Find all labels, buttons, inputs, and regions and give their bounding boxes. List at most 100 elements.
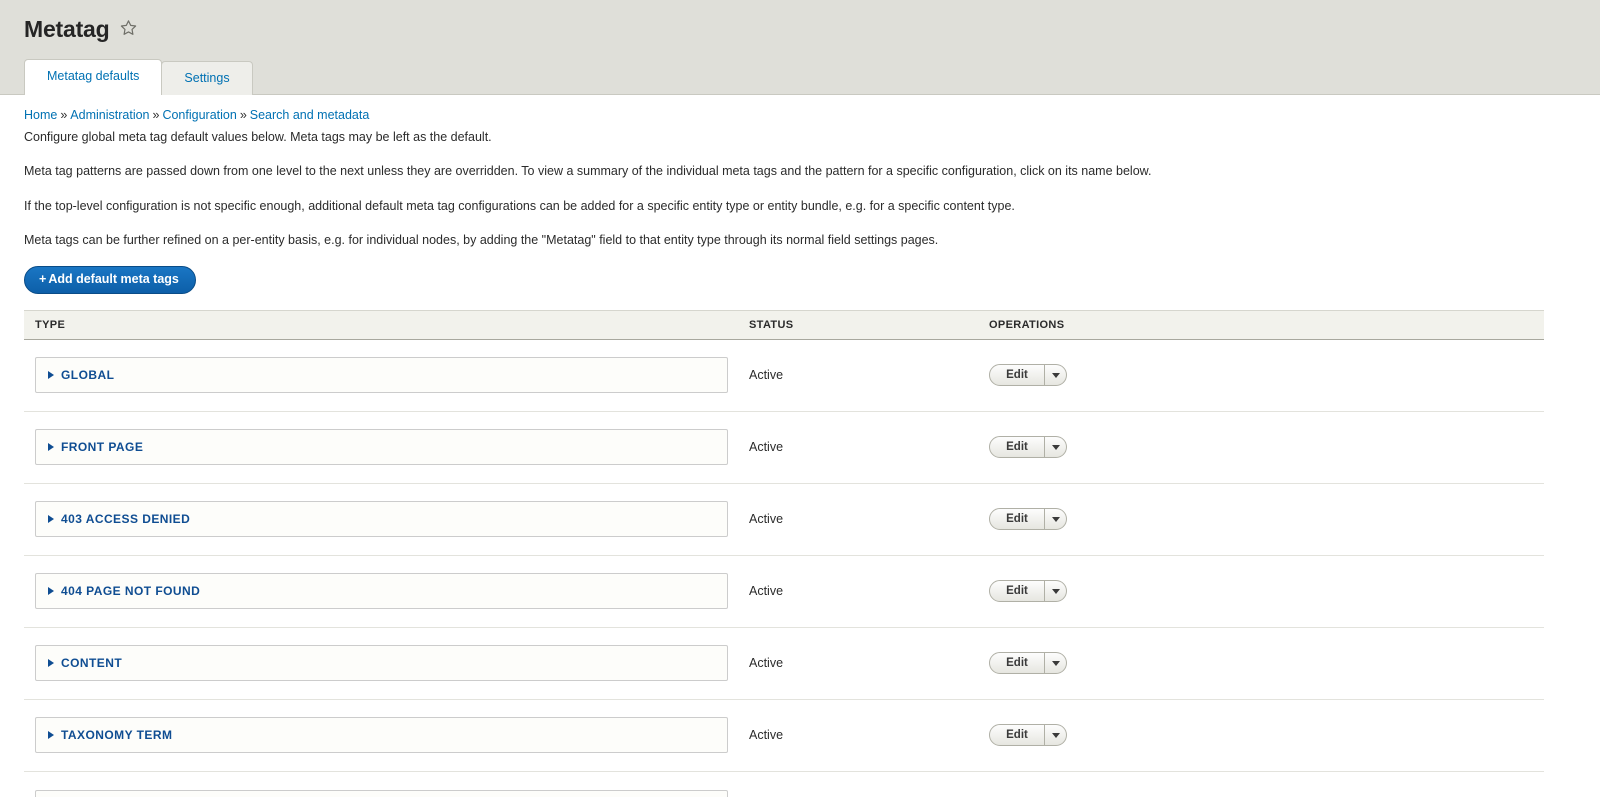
tab-metatag-defaults[interactable]: Metatag defaults (24, 58, 163, 95)
breadcrumb: Home» Administration» Configuration» Search… (24, 95, 1576, 123)
edit-button[interactable]: Edit (989, 508, 1045, 531)
tab-settings[interactable]: Settings (161, 60, 253, 95)
column-header-status: STATUS (749, 318, 794, 331)
breadcrumb-item-home[interactable]: Home (24, 108, 57, 122)
metatag-details-6[interactable]: USER (35, 789, 728, 797)
cell-type: CONTENT (24, 645, 749, 682)
details-summary: GLOBAL (48, 369, 715, 381)
tab-metatag-defaults-label: Metatag defaults (47, 68, 140, 83)
cell-type: TAXONOMY TERM (24, 717, 749, 754)
table-body: GLOBAL Active Edit FRONT PAGE Active Edit 403 … (24, 340, 1544, 797)
edit-dropdown-toggle[interactable] (1045, 580, 1067, 603)
cell-type: USER (24, 789, 749, 797)
page-title-row: Metatag (24, 18, 137, 41)
triangle-right-icon (48, 371, 54, 380)
page-title: Metatag (24, 16, 110, 42)
cell-type: GLOBAL (24, 357, 749, 394)
edit-button[interactable]: Edit (989, 652, 1045, 675)
metatag-type-label: 404 PAGE NOT FOUND (61, 584, 201, 599)
edit-button[interactable]: Edit (989, 364, 1045, 387)
intro-paragraph-2: If the top-level configuration is not sp… (24, 198, 1015, 213)
cell-status: Active (749, 656, 784, 671)
details-summary: TAXONOMY TERM (48, 729, 715, 741)
plus-icon: + (39, 271, 47, 286)
cell-operations: Edit (989, 580, 1544, 603)
edit-button[interactable]: Edit (989, 436, 1045, 459)
triangle-right-icon (48, 659, 54, 668)
intro-lead: Configure global meta tag default values… (24, 130, 492, 145)
intro-paragraph-3: Meta tags can be further refined on a pe… (24, 232, 939, 247)
details-summary: CONTENT (48, 657, 715, 669)
action-links: + Add default meta tags (24, 265, 1576, 294)
edit-dropdown-toggle[interactable] (1045, 436, 1067, 459)
page-header: Metatag Metatag defaults Settings (0, 0, 1600, 95)
cell-status: Active (749, 440, 784, 455)
add-default-meta-tags-button[interactable]: + Add default meta tags (24, 265, 196, 294)
metatag-type-label: 403 ACCESS DENIED (61, 512, 191, 527)
details-summary: FRONT PAGE (48, 441, 715, 453)
table-row: FRONT PAGE Active Edit (24, 412, 1544, 484)
metatag-type-label: CONTENT (61, 656, 123, 671)
edit-dropdown-toggle[interactable] (1045, 652, 1067, 675)
triangle-right-icon (48, 731, 54, 740)
chevron-down-icon (1051, 588, 1060, 594)
breadcrumb-item-configuration[interactable]: Configuration (162, 108, 236, 122)
details-summary: 404 PAGE NOT FOUND (48, 585, 715, 597)
cell-operations: Edit (989, 652, 1544, 675)
cell-status: Active (749, 584, 784, 599)
chevron-down-icon (1051, 372, 1060, 378)
breadcrumb-separator: » (239, 108, 247, 122)
metatag-type-label: TAXONOMY TERM (61, 728, 173, 743)
edit-button-group: Edit (989, 508, 1067, 531)
cell-type: 404 PAGE NOT FOUND (24, 573, 749, 610)
edit-dropdown-toggle[interactable] (1045, 724, 1067, 747)
triangle-right-icon (48, 587, 54, 596)
chevron-down-icon (1051, 732, 1060, 738)
table-header-row: TYPE STATUS OPERATIONS (24, 309, 1544, 340)
edit-button-group: Edit (989, 580, 1067, 603)
triangle-right-icon (48, 515, 54, 524)
breadcrumb-item-administration[interactable]: Administration (70, 108, 149, 122)
chevron-down-icon (1051, 516, 1060, 522)
table-row: TAXONOMY TERM Active Edit (24, 700, 1544, 772)
metatag-details-2[interactable]: 403 ACCESS DENIED (35, 501, 728, 538)
edit-button[interactable]: Edit (989, 724, 1045, 747)
column-header-operations: OPERATIONS (989, 318, 1065, 331)
breadcrumb-item-search-and-metadata[interactable]: Search and metadata (250, 108, 370, 122)
edit-dropdown-toggle[interactable] (1045, 508, 1067, 531)
star-outline-icon[interactable] (120, 19, 137, 41)
cell-type: 403 ACCESS DENIED (24, 501, 749, 538)
cell-operations: Edit (989, 724, 1544, 747)
table-row: CONTENT Active Edit (24, 628, 1544, 700)
cell-operations: Edit (989, 508, 1544, 531)
breadcrumb-separator: » (152, 108, 160, 122)
edit-button-group: Edit (989, 436, 1067, 459)
intro-paragraph-1: Meta tag patterns are passed down from o… (24, 164, 1152, 179)
metatag-defaults-table: TYPE STATUS OPERATIONS GLOBAL Active Edit F… (24, 309, 1544, 797)
cell-operations: Edit (989, 436, 1544, 459)
edit-button[interactable]: Edit (989, 580, 1045, 603)
tab-settings-label: Settings (184, 70, 230, 85)
cell-status: Active (749, 728, 784, 743)
column-header-type: TYPE (35, 318, 66, 331)
metatag-details-0[interactable]: GLOBAL (35, 357, 728, 394)
chevron-down-icon (1051, 444, 1060, 450)
table-row: 403 ACCESS DENIED Active Edit (24, 484, 1544, 556)
main-content: Home» Administration» Configuration» Search… (0, 95, 1600, 797)
table-row: USERActiveEdit (24, 772, 1544, 797)
breadcrumb-separator: » (60, 108, 68, 122)
metatag-details-4[interactable]: CONTENT (35, 645, 728, 682)
details-summary: 403 ACCESS DENIED (48, 513, 715, 525)
table-row: GLOBAL Active Edit (24, 340, 1544, 412)
edit-button-group: Edit (989, 652, 1067, 675)
edit-button-group: Edit (989, 364, 1067, 387)
metatag-type-label: GLOBAL (61, 368, 115, 383)
cell-status: Active (749, 368, 784, 383)
edit-button-group: Edit (989, 724, 1067, 747)
edit-dropdown-toggle[interactable] (1045, 364, 1067, 387)
metatag-details-5[interactable]: TAXONOMY TERM (35, 717, 728, 754)
metatag-details-1[interactable]: FRONT PAGE (35, 429, 728, 466)
metatag-details-3[interactable]: 404 PAGE NOT FOUND (35, 573, 728, 610)
cell-type: FRONT PAGE (24, 429, 749, 466)
triangle-right-icon (48, 443, 54, 452)
